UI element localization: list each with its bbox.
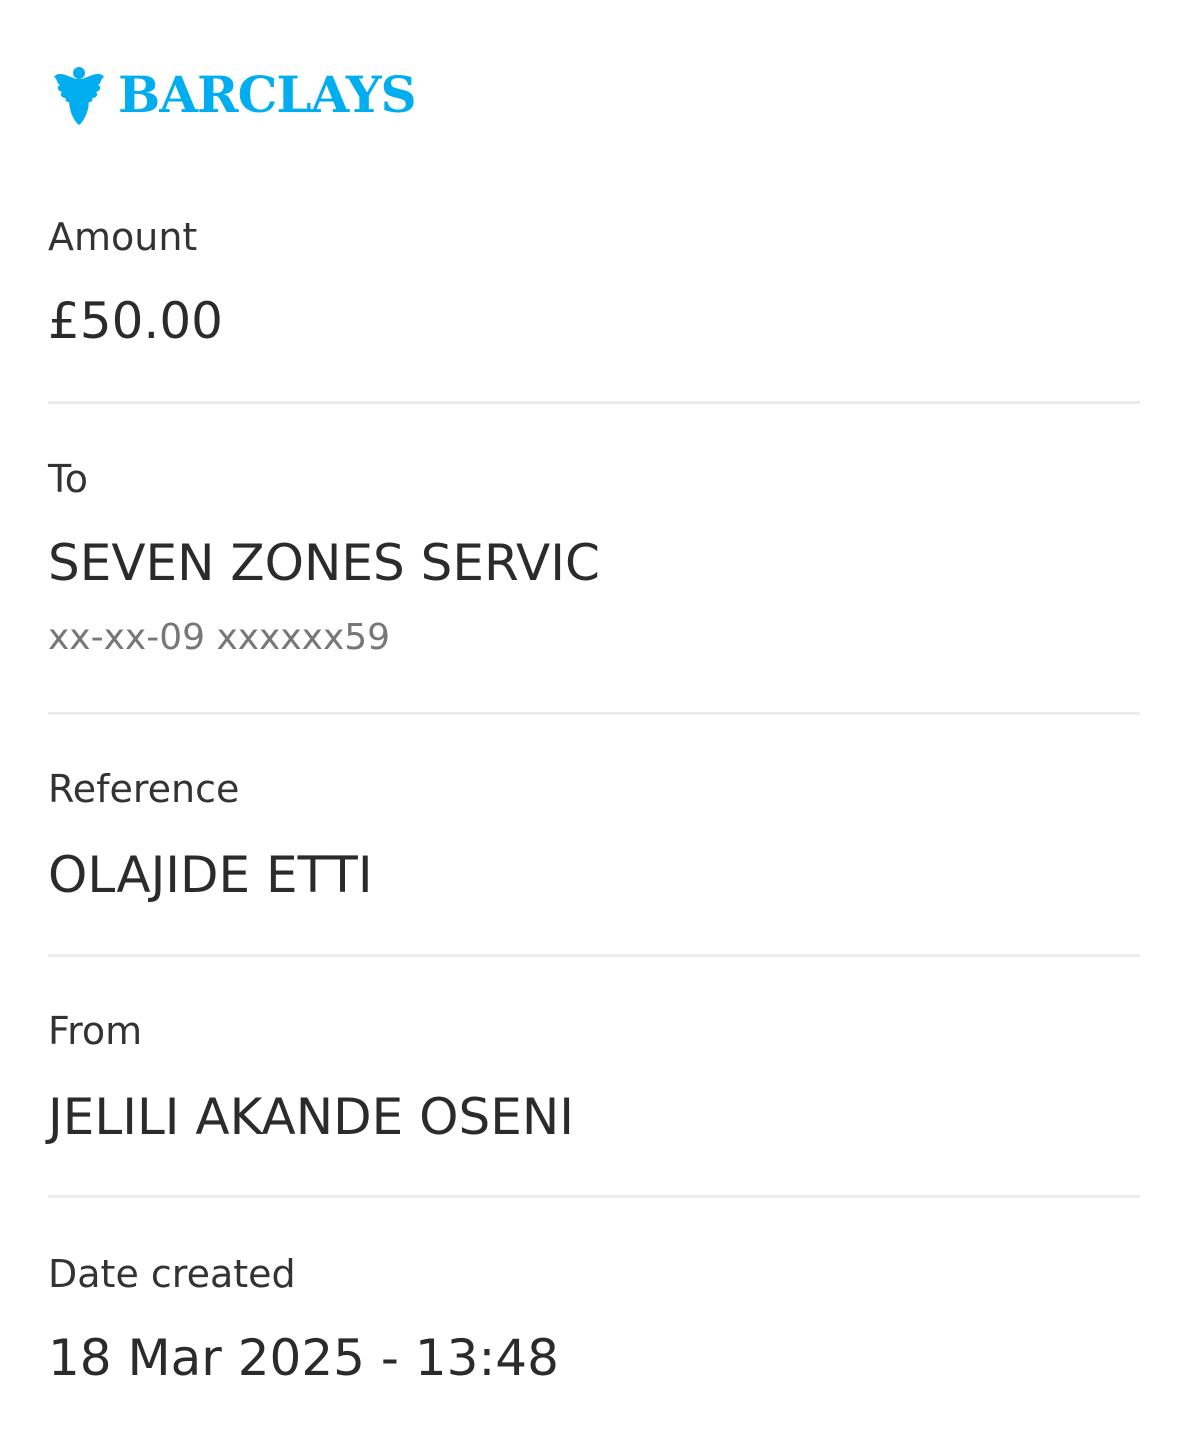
barclays-logo: BARCLAYS xyxy=(52,62,417,128)
from-label: From xyxy=(48,1009,143,1053)
reference-label: Reference xyxy=(48,767,240,811)
date-created-value: 18 Mar 2025 - 13:48 xyxy=(48,1329,559,1387)
from-section: From JELILI AKANDE OSENI xyxy=(48,1012,1140,1152)
reference-value: OLAJIDE ETTI xyxy=(48,846,373,904)
amount-value: £50.00 xyxy=(48,292,223,350)
divider xyxy=(48,1195,1140,1198)
to-section: To SEVEN ZONES SERVIC xx-xx-09 xxxxxx59 xyxy=(48,458,1140,668)
eagle-icon xyxy=(54,67,104,125)
payee-account-number: xx-xx-09 xxxxxx59 xyxy=(48,617,391,658)
to-label: To xyxy=(48,457,89,501)
date-created-section: Date created 18 Mar 2025 - 13:48 xyxy=(48,1253,1140,1393)
brand-wordmark: BARCLAYS xyxy=(118,65,417,124)
amount-label: Amount xyxy=(48,215,198,259)
amount-section: Amount £50.00 xyxy=(48,216,1140,356)
date-created-label: Date created xyxy=(48,1252,296,1296)
payee-name: SEVEN ZONES SERVIC xyxy=(48,534,600,592)
divider xyxy=(48,401,1140,404)
reference-section: Reference OLAJIDE ETTI xyxy=(48,770,1140,910)
divider xyxy=(48,954,1140,957)
divider xyxy=(48,712,1140,715)
payer-name: JELILI AKANDE OSENI xyxy=(48,1088,574,1146)
